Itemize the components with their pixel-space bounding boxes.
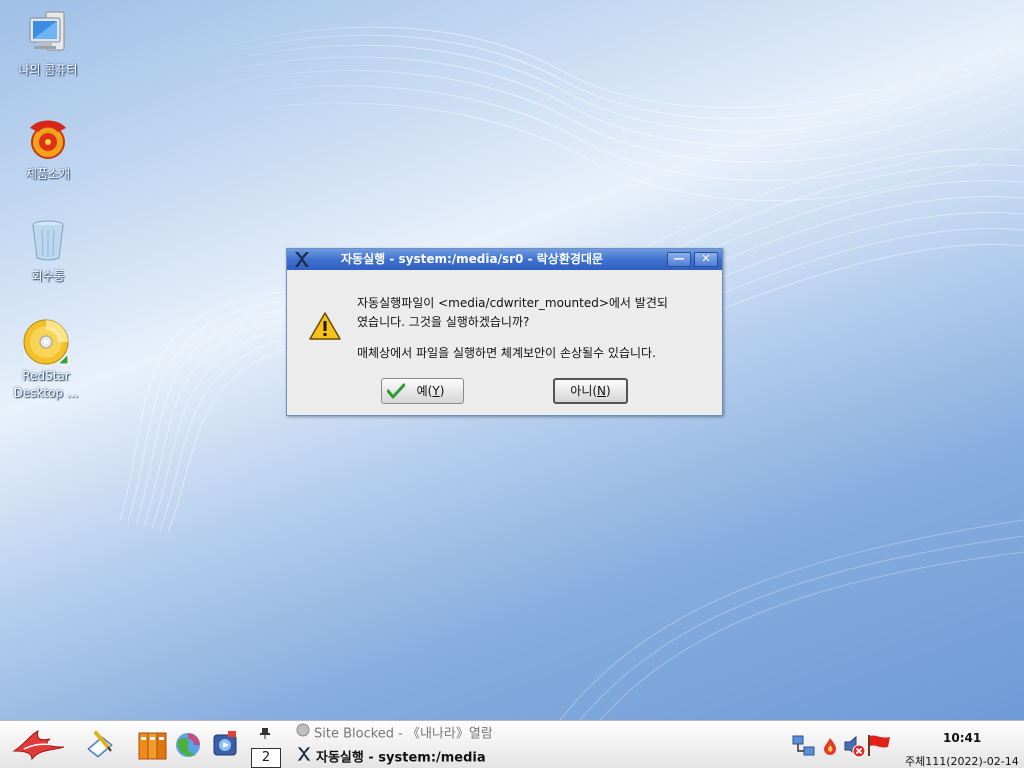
clock-date: 주체111(2022)-02-14 <box>905 755 1019 768</box>
label-part: 예( <box>416 384 433 398</box>
minimize-button[interactable]: — <box>667 252 691 267</box>
trash-icon <box>24 216 72 264</box>
text-editor-icon[interactable] <box>84 729 116 764</box>
desktop-icon-trash[interactable]: 회수통 <box>2 216 94 285</box>
mnemonic-key: Y <box>432 384 440 398</box>
computer-icon <box>24 10 72 58</box>
dialog-title: 자동실행 - system:/media/sr0 - 락상환경대문 <box>341 252 603 266</box>
dialog-message-line: 자동실행파일이 <media/cdwriter_mounted>에서 발견되 <box>357 296 668 310</box>
volume-muted-icon[interactable] <box>843 734 867 761</box>
desktop-icon-label: 나의 콤퓨터 <box>18 63 78 77</box>
start-menu-star-icon[interactable] <box>10 729 68 764</box>
desktop-icon-label: 회수통 <box>31 269 65 283</box>
no-button[interactable]: 아니(N) <box>553 378 628 404</box>
x-logo-icon <box>293 251 311 268</box>
label-part: ) <box>439 384 445 398</box>
label-part: 아니( <box>570 384 598 398</box>
media-player-icon[interactable] <box>210 729 240 762</box>
desktop-pager[interactable]: 2 <box>251 748 281 768</box>
autorun-dialog: 자동실행 - system:/media/sr0 - 락상환경대문 — ✕ 자동… <box>286 248 723 416</box>
label-part: ) <box>606 384 611 398</box>
web-browser-globe-icon[interactable] <box>174 731 202 762</box>
label-line: RedStar <box>22 369 70 383</box>
desktop-icon-product-intro[interactable]: 제품소개 <box>2 114 94 183</box>
dialog-titlebar[interactable]: 자동실행 - system:/media/sr0 - 락상환경대문 — ✕ <box>287 249 722 270</box>
label-line: Desktop ... <box>13 386 79 400</box>
yes-button[interactable]: 예(Y) <box>381 378 464 404</box>
yes-button-label: 예(Y) <box>417 384 445 398</box>
taskbar: 2 Site Blocked - 《내나라》열람 자동실행 - system:/… <box>0 720 1024 768</box>
close-button[interactable]: ✕ <box>694 252 718 267</box>
update-flame-icon[interactable] <box>822 737 838 758</box>
desktop-icon-my-computer[interactable]: 나의 콤퓨터 <box>2 10 94 79</box>
dvd-icon <box>22 318 70 366</box>
desktop-icon-label: 제품소개 <box>25 167 71 181</box>
office-folders-icon[interactable] <box>136 729 168 764</box>
checkmark-icon <box>386 383 406 399</box>
no-button-label: 아니(N) <box>570 384 610 398</box>
mnemonic-key: N <box>597 384 607 398</box>
taskbar-task-site-blocked[interactable]: Site Blocked - 《내나라》열람 <box>296 723 492 745</box>
warning-icon <box>309 311 341 341</box>
dialog-warning-text: 매체상에서 파일을 실행하면 체계보안이 손상될수 있습니다. <box>357 346 656 360</box>
product-intro-icon <box>24 114 72 162</box>
task-label: 자동실행 - system:/media <box>316 750 486 766</box>
task-label: Site Blocked - 《내나라》열람 <box>314 726 492 742</box>
taskbar-task-autorun[interactable]: 자동실행 - system:/media <box>296 746 492 768</box>
pin-icon <box>259 727 271 739</box>
desktop-icon-redstar-desktop[interactable]: RedStar Desktop ... <box>0 318 92 402</box>
desktop-background: 나의 콤퓨터 제품소개 회수통 RedStar Desktop ... 자동실행… <box>0 0 1024 720</box>
x-logo-icon <box>296 746 312 768</box>
clock-time[interactable]: 10:41 <box>943 731 981 745</box>
red-flag-icon[interactable] <box>866 733 892 760</box>
desktop-icon-label: RedStar Desktop ... <box>0 368 92 402</box>
globe-small-icon <box>296 723 310 745</box>
network-icon[interactable] <box>792 735 816 760</box>
dialog-message-line: 였습니다. 그것을 실행하겠습니까? <box>357 315 530 329</box>
